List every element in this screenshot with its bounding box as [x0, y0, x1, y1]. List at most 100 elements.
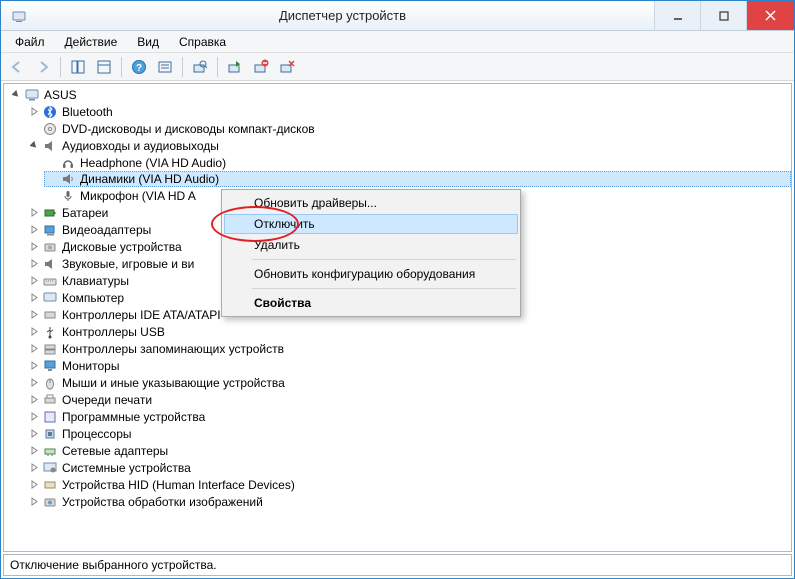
microphone-icon	[60, 188, 76, 204]
expand-icon[interactable]	[28, 207, 40, 219]
expand-icon[interactable]	[28, 258, 40, 270]
storage-icon	[42, 341, 58, 357]
collapse-icon[interactable]	[28, 140, 40, 152]
expand-icon[interactable]	[28, 241, 40, 253]
tree-label: Системные устройства	[62, 461, 191, 475]
expand-icon[interactable]	[28, 326, 40, 338]
toolbar-separator	[121, 57, 122, 77]
toolbar-separator	[217, 57, 218, 77]
software-icon	[42, 409, 58, 425]
tree-label: Батареи	[62, 206, 108, 220]
network-icon	[42, 443, 58, 459]
expand-icon[interactable]	[28, 292, 40, 304]
device-tree[interactable]: ASUS Bluetooth DVD-дисководы и дисководы…	[3, 83, 792, 552]
tree-item-net[interactable]: Сетевые адаптеры	[26, 442, 791, 459]
tree-label: Контроллеры запоминающих устройств	[62, 342, 284, 356]
show-hide-tree-button[interactable]	[66, 55, 90, 79]
speaker-icon	[42, 256, 58, 272]
expand-icon[interactable]	[28, 309, 40, 321]
tree-item-print[interactable]: Очереди печати	[26, 391, 791, 408]
properties-button[interactable]	[92, 55, 116, 79]
toolbar-separator	[60, 57, 61, 77]
expand-icon[interactable]	[28, 343, 40, 355]
ctx-properties[interactable]: Свойства	[224, 292, 518, 314]
tree-item-cpu[interactable]: Процессоры	[26, 425, 791, 442]
ctx-label: Отключить	[254, 217, 315, 231]
tree-item-bluetooth[interactable]: Bluetooth	[26, 103, 791, 120]
tree-item-audio[interactable]: Аудиовходы и аудиовыходы	[26, 137, 791, 154]
tree-label: Компьютер	[62, 291, 124, 305]
disable-button[interactable]	[249, 55, 273, 79]
ctx-label: Удалить	[254, 238, 300, 252]
expand-icon[interactable]	[28, 496, 40, 508]
tree-item-monitor[interactable]: Мониторы	[26, 357, 791, 374]
bluetooth-icon	[42, 104, 58, 120]
usb-icon	[42, 324, 58, 340]
menu-help[interactable]: Справка	[171, 33, 234, 51]
menu-file[interactable]: Файл	[7, 33, 53, 51]
expand-icon[interactable]	[28, 428, 40, 440]
tree-label: Видеоадаптеры	[62, 223, 151, 237]
expand-icon[interactable]	[28, 394, 40, 406]
help-button[interactable]: ?	[127, 55, 151, 79]
ctx-separator	[252, 259, 516, 260]
tree-label: Сетевые адаптеры	[62, 444, 168, 458]
window-title: Диспетчер устройств	[31, 8, 654, 23]
printer-icon	[42, 392, 58, 408]
tree-label: Устройства HID (Human Interface Devices)	[62, 478, 295, 492]
uninstall-button[interactable]	[275, 55, 299, 79]
computer-icon	[42, 290, 58, 306]
ctx-scan-hardware[interactable]: Обновить конфигурацию оборудования	[224, 263, 518, 285]
toolbar: ?	[1, 53, 794, 81]
scan-hardware-button[interactable]	[188, 55, 212, 79]
cpu-icon	[42, 426, 58, 442]
tree-label: ASUS	[44, 88, 77, 102]
action-button[interactable]	[153, 55, 177, 79]
statusbar: Отключение выбранного устройства.	[3, 554, 792, 576]
collapse-icon[interactable]	[10, 89, 22, 101]
ctx-disable[interactable]: Отключить	[224, 214, 518, 234]
tree-item-hid[interactable]: Устройства HID (Human Interface Devices)	[26, 476, 791, 493]
tree-root[interactable]: ASUS	[8, 86, 791, 103]
tree-item-storage[interactable]: Контроллеры запоминающих устройств	[26, 340, 791, 357]
tree-item-usb[interactable]: Контроллеры USB	[26, 323, 791, 340]
hid-icon	[42, 477, 58, 493]
expand-icon[interactable]	[28, 462, 40, 474]
expand-icon[interactable]	[28, 360, 40, 372]
update-driver-button[interactable]	[223, 55, 247, 79]
expand-icon[interactable]	[28, 411, 40, 423]
tree-label: Контроллеры IDE ATA/ATAPI	[62, 308, 221, 322]
ctx-delete[interactable]: Удалить	[224, 234, 518, 256]
status-text: Отключение выбранного устройства.	[10, 558, 217, 572]
expand-icon[interactable]	[28, 479, 40, 491]
tree-item-imaging[interactable]: Устройства обработки изображений	[26, 493, 791, 510]
expand-icon[interactable]	[28, 106, 40, 118]
close-button[interactable]	[746, 1, 794, 30]
computer-icon	[24, 87, 40, 103]
tree-label: DVD-дисководы и дисководы компакт-дисков	[62, 122, 315, 136]
menu-view[interactable]: Вид	[129, 33, 167, 51]
expand-icon[interactable]	[28, 445, 40, 457]
back-button[interactable]	[5, 55, 29, 79]
forward-button[interactable]	[31, 55, 55, 79]
tree-item-system[interactable]: Системные устройства	[26, 459, 791, 476]
ctx-update-drivers[interactable]: Обновить драйверы...	[224, 192, 518, 214]
maximize-button[interactable]	[700, 1, 746, 30]
tree-label: Очереди печати	[62, 393, 152, 407]
expand-icon[interactable]	[28, 275, 40, 287]
minimize-button[interactable]	[654, 1, 700, 30]
titlebar: Диспетчер устройств	[1, 1, 794, 31]
tree-item-headphone[interactable]: Headphone (VIA HD Audio)	[44, 154, 791, 171]
menu-action[interactable]: Действие	[57, 33, 126, 51]
app-icon	[7, 4, 31, 28]
ctx-separator	[252, 288, 516, 289]
expand-icon[interactable]	[28, 224, 40, 236]
expand-icon[interactable]	[28, 377, 40, 389]
tree-item-dvd[interactable]: DVD-дисководы и дисководы компакт-дисков	[26, 120, 791, 137]
tree-item-speakers-selected[interactable]: Динамики (VIA HD Audio)	[44, 171, 791, 187]
ctx-label: Обновить конфигурацию оборудования	[254, 267, 475, 281]
tree-label: Мыши и иные указывающие устройства	[62, 376, 285, 390]
monitor-icon	[42, 358, 58, 374]
tree-item-software[interactable]: Программные устройства	[26, 408, 791, 425]
tree-item-mouse[interactable]: Мыши и иные указывающие устройства	[26, 374, 791, 391]
